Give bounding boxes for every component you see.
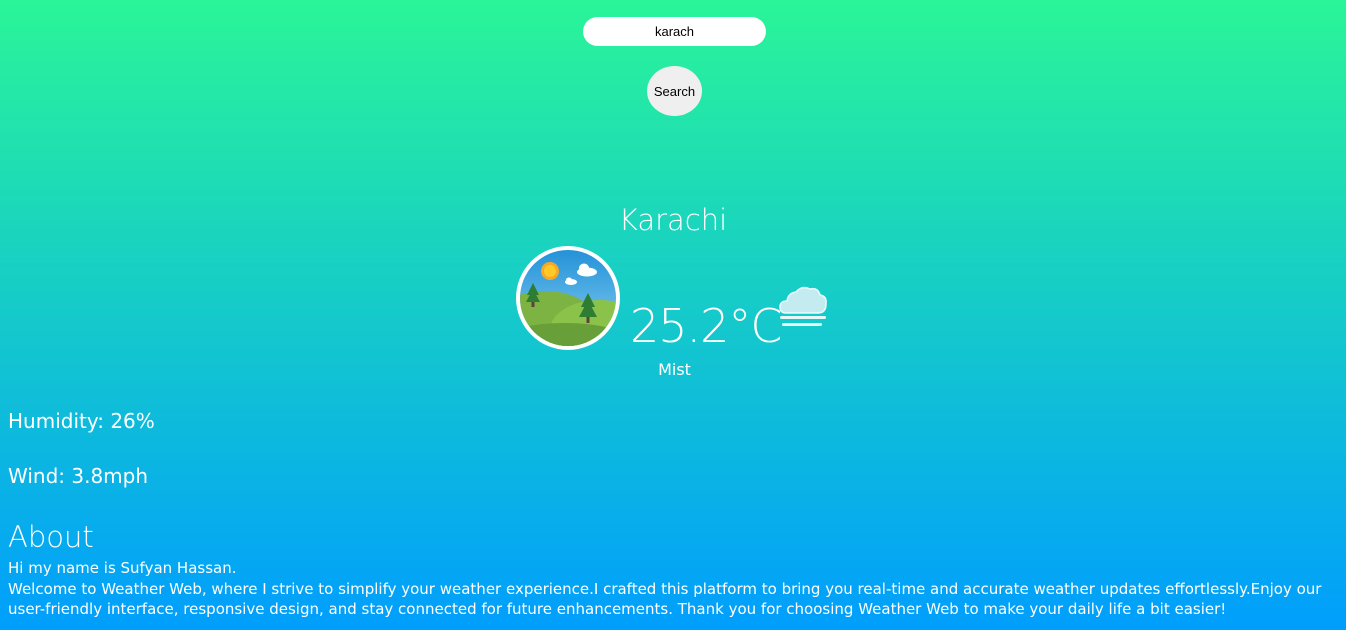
landscape-image bbox=[516, 246, 620, 350]
about-text: Hi my name is Sufyan Hassan. Welcome to … bbox=[8, 558, 1338, 620]
search-button[interactable]: Search bbox=[647, 66, 702, 116]
city-name: Karachi bbox=[618, 203, 728, 237]
humidity-stat: Humidity: 26% bbox=[8, 409, 155, 433]
mist-cloud-icon bbox=[779, 286, 827, 326]
temperature-value: 25.2°C bbox=[630, 299, 783, 353]
about-body: Welcome to Weather Web, where I strive t… bbox=[8, 579, 1322, 619]
wind-stat: Wind: 3.8mph bbox=[8, 464, 149, 488]
about-heading: About bbox=[8, 520, 94, 554]
weather-condition: Mist bbox=[658, 360, 691, 379]
search-input[interactable] bbox=[583, 17, 766, 46]
about-greeting: Hi my name is Sufyan Hassan. bbox=[8, 559, 237, 577]
